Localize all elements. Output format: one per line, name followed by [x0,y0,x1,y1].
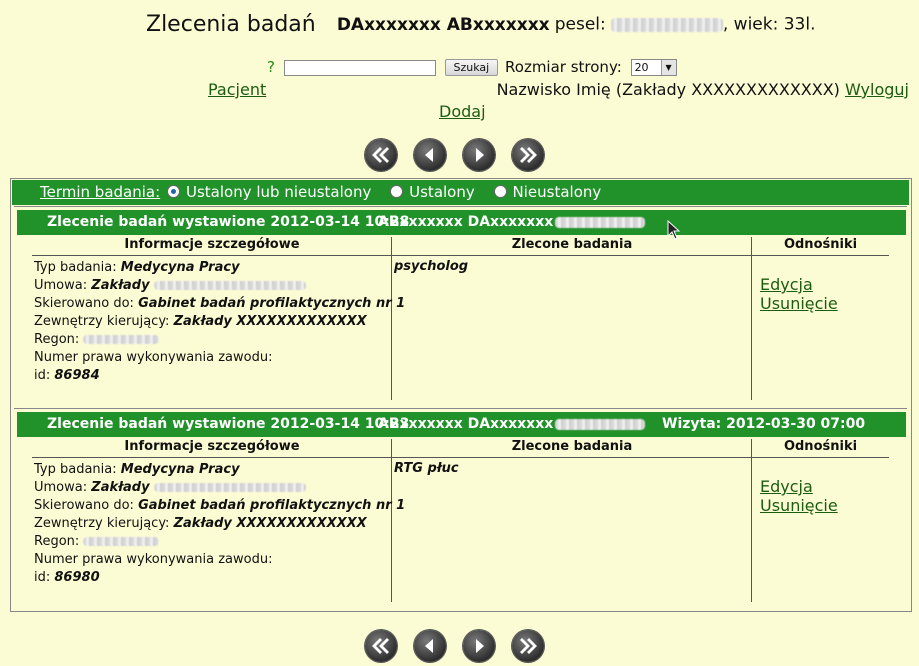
pager-bottom [365,630,544,662]
date-filter-options: Ustalony lub nieustalony Ustalony Nieust… [167,180,615,205]
order-links: Edycja Usunięcie [760,275,838,313]
detail-referred: Skierowano do: Gabinet badań profilaktyc… [34,296,406,311]
detail-license: Numer prawa wykonywania zawodu: [34,552,273,567]
radio-icon[interactable] [493,185,507,198]
radio-selected-icon[interactable] [167,185,180,198]
search-bar: ? Szukaj Rozmiar strony: 20 ▼ [267,58,677,76]
previous-page-icon[interactable] [414,630,446,662]
ordered-exam: psycholog [394,259,469,274]
delete-link[interactable]: Usunięcie [760,496,838,515]
filter-option-label: Nieustalony [512,183,602,201]
order-links: Edycja Usunięcie [760,477,838,515]
filter-option-label: Ustalony lub nieustalony [186,183,372,201]
order-title: Zlecenie badań wystawione 2012-03-14 10:… [47,214,410,230]
column-header-links: Odnośniki [783,439,858,454]
detail-contract: Umowa: Zakłady [34,277,405,295]
filter-option-any[interactable]: Ustalony lub nieustalony [167,183,371,201]
date-filter-label: Termin badania: [40,183,161,201]
order-visit: Wizyta: 2012-03-30 07:00 [662,416,866,432]
last-page-icon[interactable] [512,630,544,662]
first-page-icon[interactable] [365,630,397,662]
mouse-cursor-icon [667,219,681,244]
date-filter-bar: Termin badania: Ustalony lub nieustalony… [12,180,909,205]
column-header-links: Odnośniki [783,237,858,252]
page-title: Zlecenia badań [146,12,316,37]
pesel-redacted [610,17,723,32]
next-page-icon[interactable] [463,630,495,662]
page-size-label: Rozmiar strony: [505,58,622,76]
detail-id: id: 86984 [34,368,100,383]
logout-link[interactable]: Wyloguj [845,80,909,99]
age-label: , wiek: 33l. [722,14,816,35]
detail-external: Zewnętrzy kierujący: Zakłady XXXXXXXXXXX… [34,314,367,329]
add-link[interactable]: Dodaj [439,102,486,121]
order-patient-ids: ABxxxxxxx DAxxxxxxx [378,416,554,432]
regon-redacted [83,335,160,344]
regon-redacted [83,537,160,546]
edit-link[interactable]: Edycja [760,477,838,496]
first-page-icon[interactable] [365,139,397,171]
detail-license: Numer prawa wykonywania zawodu: [34,350,273,365]
user-info: Nazwisko Imię (Zakłady XXXXXXXXXXXXX) [496,80,840,99]
detail-type: Typ badania: Medycyna Pracy [34,462,240,477]
divider [751,237,752,400]
contract-redacted [153,483,306,492]
patient-link[interactable]: Pacjent [208,80,266,99]
orders-panel: Termin badania: Ustalony lub nieustalony… [10,178,912,612]
detail-external: Zewnętrzy kierujący: Zakłady XXXXXXXXXXX… [34,516,367,531]
pager-top [365,139,544,171]
filter-option-label: Ustalony [409,183,475,201]
order-header: Zlecenie badań wystawione 2012-03-14 10:… [17,412,906,437]
delete-link[interactable]: Usunięcie [760,294,838,313]
filter-option-unset[interactable]: Nieustalony [493,183,602,201]
detail-type: Typ badania: Medycyna Pracy [34,260,240,275]
patient-names: DAxxxxxxx ABxxxxxxx [336,14,550,35]
page-size-value: 20 [634,61,649,74]
order-card: Zlecenie badań wystawione 2012-03-14 10:… [14,408,907,607]
column-header-ordered: Zlecone badania [511,237,633,252]
ordered-exam: RTG płuc [394,461,459,476]
order-redacted [555,419,645,430]
column-header-details: Informacje szczegółowe [124,439,300,454]
page-header: Zlecenia badań DAxxxxxxx ABxxxxxxx pesel… [146,12,816,37]
user-info-line: Nazwisko Imię (Zakłady XXXXXXXXXXXXX) Wy… [497,80,909,99]
order-header: Zlecenie badań wystawione 2012-03-14 10:… [17,210,906,235]
order-patient-ids: ABxxxxxxx DAxxxxxxx [378,214,554,230]
divider [751,439,752,602]
detail-regon: Regon: [34,533,405,551]
divider [32,457,889,458]
order-details: Typ badania: Medycyna Pracy Umowa: Zakła… [34,461,405,587]
search-input[interactable] [283,59,436,76]
edit-link[interactable]: Edycja [760,275,838,294]
next-page-icon[interactable] [463,139,495,171]
detail-contract: Umowa: Zakłady [34,479,405,497]
filter-option-set[interactable]: Ustalony [390,183,475,201]
detail-regon: Regon: [34,331,405,349]
radio-icon[interactable] [390,185,404,198]
order-details: Typ badania: Medycyna Pracy Umowa: Zakła… [34,259,405,385]
last-page-icon[interactable] [512,139,544,171]
order-card: Zlecenie badań wystawione 2012-03-14 10:… [14,206,907,405]
detail-referred: Skierowano do: Gabinet badań profilaktyc… [34,498,406,513]
pesel-label: pesel: [554,14,606,35]
search-button[interactable]: Szukaj [444,59,499,76]
help-link[interactable]: ? [267,58,275,76]
previous-page-icon[interactable] [414,139,446,171]
order-title: Zlecenie badań wystawione 2012-03-14 10:… [47,416,410,432]
divider [32,255,889,256]
column-header-ordered: Zlecone badania [511,439,633,454]
contract-redacted [153,281,306,290]
page-size-select[interactable]: 20 ▼ [630,59,677,76]
order-redacted [555,217,645,228]
detail-id: id: 86980 [34,570,100,585]
column-header-details: Informacje szczegółowe [124,237,300,252]
chevron-down-icon[interactable]: ▼ [660,60,676,75]
